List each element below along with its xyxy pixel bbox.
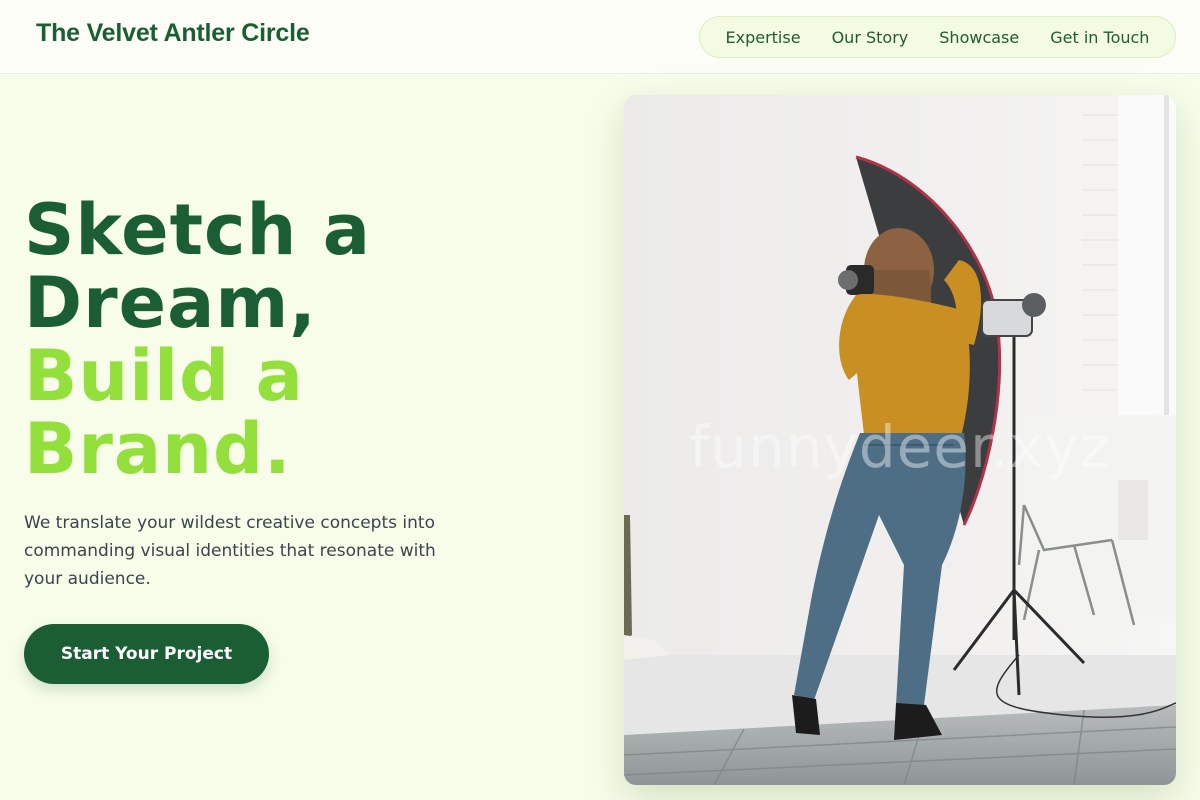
- nav-item-expertise[interactable]: Expertise: [726, 28, 801, 47]
- hero-title: Sketch a Dream, Build a Brand.: [24, 194, 584, 486]
- site-header: The Velvet Antler Circle Expertise Our S…: [0, 0, 1200, 74]
- brand-logo[interactable]: The Velvet Antler Circle: [36, 19, 310, 48]
- hero-title-line-1: Sketch a: [24, 189, 371, 271]
- nav-item-showcase[interactable]: Showcase: [939, 28, 1019, 47]
- hero-title-line-4: Brand.: [24, 408, 292, 490]
- studio-photo-illustration: [624, 95, 1176, 785]
- hero-title-line-3: Build a: [24, 335, 304, 417]
- nav-item-get-in-touch[interactable]: Get in Touch: [1050, 28, 1149, 47]
- hero-title-line-2: Dream,: [24, 262, 317, 344]
- hero-photo: funnydeer.xyz: [624, 95, 1176, 785]
- main-nav: Expertise Our Story Showcase Get in Touc…: [699, 16, 1176, 58]
- hero-subtitle: We translate your wildest creative conce…: [24, 513, 436, 589]
- nav-item-our-story[interactable]: Our Story: [832, 28, 909, 47]
- start-project-button[interactable]: Start Your Project: [24, 624, 269, 684]
